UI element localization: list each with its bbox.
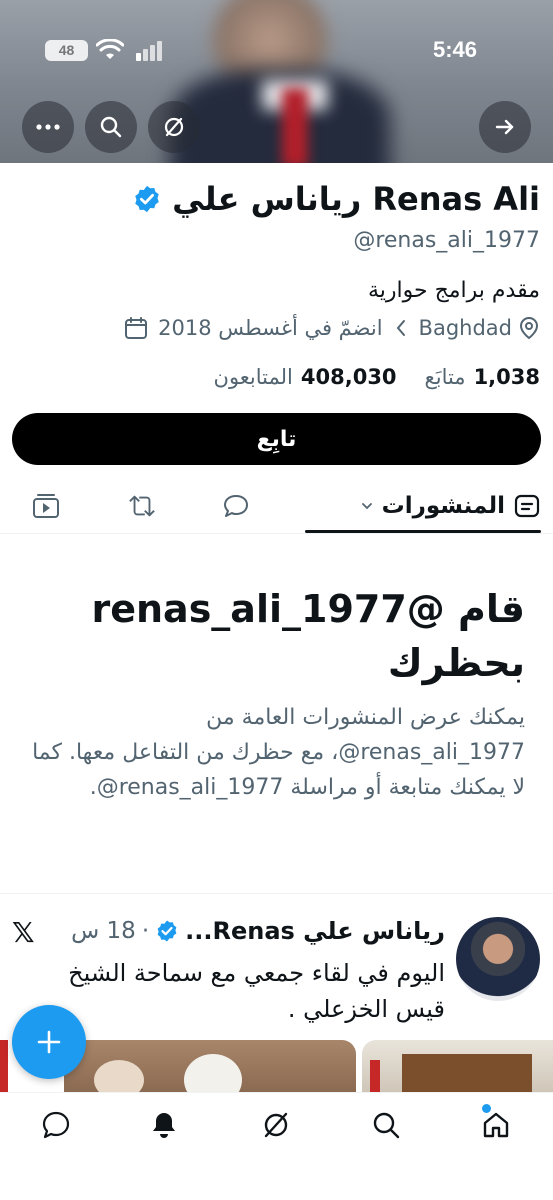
- blocked-title: قام @renas_ali_1977 بحظرك: [91, 587, 525, 685]
- profile-name-row: رياناس علي Renas Ali: [132, 180, 540, 218]
- following-count: 1,038: [473, 365, 540, 389]
- blocked-description: يمكنك عرض المنشورات العامة من ‎@renas_al…: [32, 705, 525, 800]
- photo-door: [402, 1054, 532, 1092]
- profile-bio: مقدم برامج حوارية: [367, 278, 540, 303]
- follow-button[interactable]: تابِع: [12, 413, 541, 465]
- media-icon: [33, 494, 59, 518]
- profile-meta: Baghdad انضمّ في أغسطس 2018: [124, 316, 540, 340]
- messages-icon: [42, 1111, 70, 1139]
- reply-bubble-icon: [224, 495, 248, 517]
- verified-badge-icon: [157, 920, 177, 942]
- search-icon: [373, 1112, 400, 1139]
- repost-icon: [129, 495, 155, 517]
- photo-flag: [370, 1060, 380, 1092]
- nav-messages[interactable]: [40, 1109, 72, 1141]
- compose-button[interactable]: [12, 1005, 86, 1079]
- profile-tabs: المنشورات: [0, 478, 553, 534]
- post-image-edge: [0, 1040, 8, 1092]
- status-bar: 48 5:46: [0, 30, 553, 70]
- joined-item: انضمّ في أغسطس 2018: [124, 316, 383, 340]
- search-icon: [100, 116, 122, 138]
- grok-button[interactable]: [148, 101, 200, 153]
- post-header: رياناس علي Renas... · 18 س: [71, 917, 445, 945]
- photo-person-1: [94, 1060, 144, 1092]
- bottom-nav: [0, 1092, 553, 1200]
- more-button[interactable]: [22, 101, 74, 153]
- nav-notifications[interactable]: [148, 1109, 180, 1141]
- signal-icon: [136, 41, 162, 61]
- post-text: اليوم في لقاء جمعي مع سماحة الشيخ قيس ال…: [68, 959, 445, 1023]
- joined-text: انضمّ في أغسطس 2018: [158, 316, 383, 340]
- post-image-1[interactable]: [64, 1040, 356, 1092]
- post-separator: ·: [141, 918, 150, 944]
- section-divider: [0, 893, 553, 894]
- arrow-right-icon: [495, 119, 514, 135]
- plus-icon: [37, 1030, 61, 1054]
- nav-home[interactable]: [480, 1109, 512, 1141]
- tab-active-indicator: [305, 530, 541, 533]
- tab-posts[interactable]: المنشورات: [360, 486, 541, 526]
- location-pin-icon: [519, 316, 539, 340]
- more-icon: [36, 124, 60, 130]
- chevron-down-icon[interactable]: [360, 501, 374, 511]
- location-text: Baghdad: [418, 316, 512, 340]
- location-item: Baghdad: [419, 316, 540, 340]
- following-stat[interactable]: 1,038 متابَع: [425, 365, 540, 389]
- photo-person-2: [184, 1054, 242, 1092]
- followers-label: المتابعون: [213, 365, 293, 389]
- search-button[interactable]: [85, 101, 137, 153]
- x-logo-icon: 𝕏: [12, 916, 35, 949]
- post-image-2[interactable]: [362, 1040, 553, 1092]
- post-author-name[interactable]: رياناس علي Renas...: [185, 917, 445, 945]
- wifi-icon: [96, 39, 124, 59]
- posts-icon: [514, 494, 540, 518]
- profile-stats: 1,038 متابَع 408,030 المتابعون: [186, 365, 540, 389]
- battery-icon: 48: [45, 40, 88, 61]
- nav-search[interactable]: [370, 1109, 402, 1141]
- grok-icon: [164, 117, 184, 137]
- chevron-left-icon[interactable]: [395, 319, 407, 337]
- post-timestamp: 18 س: [71, 918, 136, 944]
- followers-count: 408,030: [300, 365, 397, 389]
- tab-replies[interactable]: [222, 492, 250, 520]
- following-label: متابَع: [424, 365, 466, 389]
- home-icon: [483, 1112, 509, 1138]
- tab-media[interactable]: [32, 492, 60, 520]
- profile-banner[interactable]: [0, 0, 553, 163]
- banner-photo-tie: [282, 88, 308, 163]
- verified-badge-icon: [135, 185, 159, 213]
- back-button[interactable]: [479, 101, 531, 153]
- home-unread-dot: [482, 1104, 491, 1113]
- post-author-avatar[interactable]: [456, 917, 540, 1001]
- profile-handle: @renas_ali_1977: [353, 228, 540, 253]
- followers-stat[interactable]: 408,030 المتابعون: [214, 365, 397, 389]
- nav-grok[interactable]: [260, 1109, 292, 1141]
- status-time: 5:46: [432, 37, 477, 62]
- tab-posts-label: المنشورات: [381, 493, 505, 519]
- tab-reposts[interactable]: [128, 492, 156, 520]
- grok-icon: [264, 1112, 288, 1138]
- calendar-icon: [125, 317, 148, 339]
- profile-name: رياناس علي Renas Ali: [172, 180, 540, 218]
- bell-icon: [153, 1113, 175, 1138]
